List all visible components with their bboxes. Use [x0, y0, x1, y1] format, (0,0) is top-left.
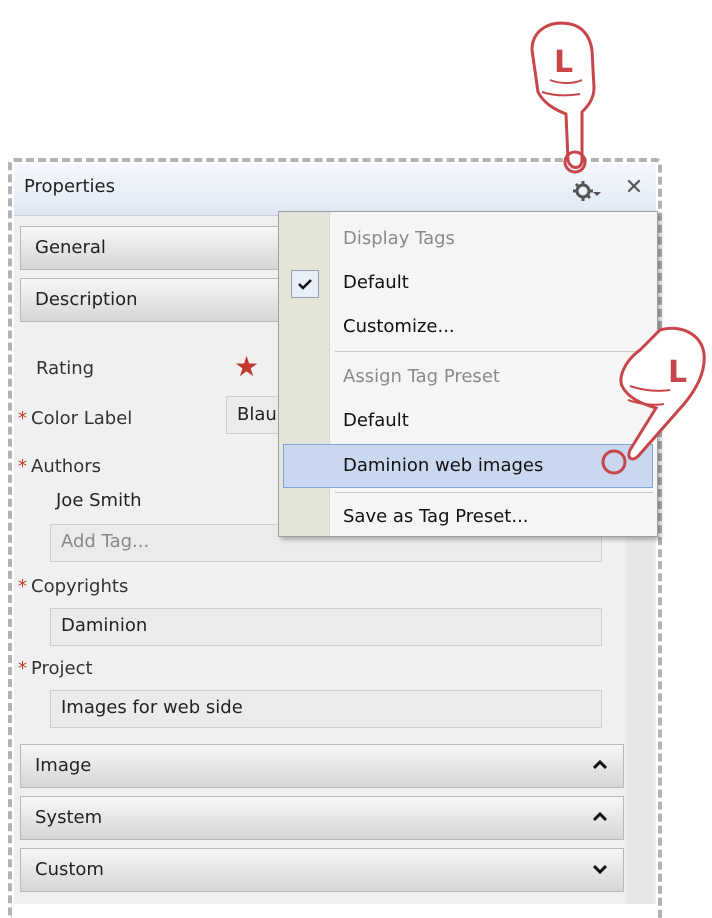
hand-letter: L	[554, 45, 573, 80]
close-button[interactable]: ✕	[620, 174, 648, 202]
menu-separator	[335, 492, 653, 493]
color-label-value: Blau	[237, 404, 277, 425]
section-custom[interactable]: Custom	[20, 848, 624, 892]
section-image[interactable]: Image	[20, 744, 624, 788]
menu-header-display-tags-text: Display Tags	[343, 228, 455, 249]
panel-title: Properties	[24, 176, 115, 197]
gear-button[interactable]	[572, 178, 602, 204]
menu-item-default-preset-text: Default	[343, 410, 409, 431]
copyrights-value: Daminion	[61, 615, 148, 636]
project-input[interactable]: Images for web side	[50, 690, 602, 728]
project-label-field: * Project	[18, 658, 93, 679]
menu-item-daminion-web-images-text: Daminion web images	[343, 455, 544, 476]
menu-item-save-preset[interactable]: Save as Tag Preset...	[279, 496, 657, 540]
checkmark-box	[291, 270, 319, 298]
chevron-up-icon	[593, 811, 607, 822]
close-icon: ✕	[624, 175, 644, 200]
menu-item-default-display[interactable]: Default	[279, 262, 657, 306]
section-system[interactable]: System	[20, 796, 624, 840]
section-general-label: General	[35, 237, 106, 258]
authors-label-field: * Authors	[18, 456, 101, 477]
pointing-hand-icon: L	[530, 21, 596, 174]
project-label-text: Project	[31, 658, 93, 679]
copyrights-label-text: Copyrights	[31, 576, 129, 597]
star-icon[interactable]: ★	[234, 350, 259, 383]
add-tag-placeholder: Add Tag...	[61, 531, 150, 552]
section-system-label: System	[35, 807, 103, 828]
checkmark-icon	[298, 279, 312, 290]
color-label-field: * Color Label	[18, 408, 133, 429]
gear-icon	[573, 181, 601, 201]
authors-label-text: Authors	[31, 456, 101, 477]
menu-header-assign-preset-text: Assign Tag Preset	[343, 366, 500, 387]
authors-tag[interactable]: Joe Smith	[56, 490, 142, 511]
copyrights-label-field: * Copyrights	[18, 576, 129, 597]
pointing-hand-icon: L	[601, 326, 706, 475]
rating-label: Rating	[36, 358, 95, 379]
section-image-label: Image	[35, 755, 92, 776]
menu-item-default-display-text: Default	[343, 272, 409, 293]
section-description-label: Description	[35, 289, 138, 310]
chevron-up-icon	[593, 759, 607, 770]
copyrights-input[interactable]: Daminion	[50, 608, 602, 646]
menu-item-save-preset-text: Save as Tag Preset...	[343, 506, 529, 527]
section-custom-label: Custom	[35, 859, 104, 880]
chevron-down-icon	[593, 864, 607, 875]
menu-item-customize-text: Customize...	[343, 316, 455, 337]
color-label-text: Color Label	[31, 408, 133, 429]
hand-letter: L	[668, 355, 687, 390]
menu-header-display-tags: Display Tags	[279, 218, 657, 262]
project-value: Images for web side	[61, 697, 243, 718]
